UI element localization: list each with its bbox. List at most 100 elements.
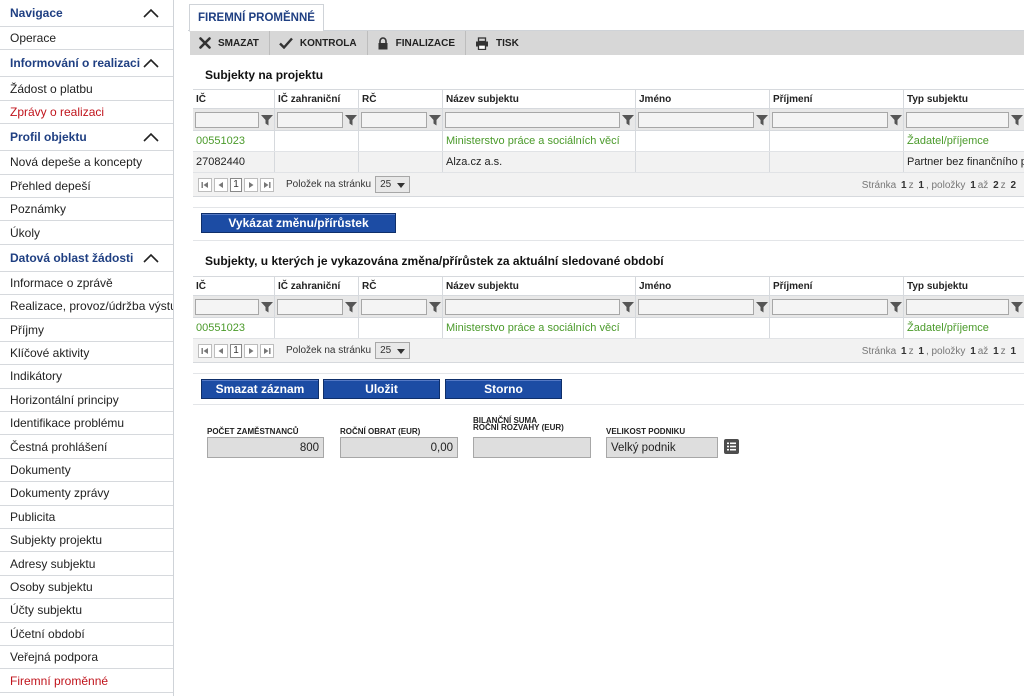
filter-input[interactable] <box>638 298 754 315</box>
check-button[interactable]: KONTROLA <box>270 31 368 55</box>
filter-input[interactable] <box>195 111 259 128</box>
filter-input[interactable] <box>906 111 1009 128</box>
first-page-icon[interactable] <box>198 177 212 192</box>
prev-page-icon[interactable] <box>214 177 228 192</box>
sidebar-item-zpravy-o-realizaci[interactable]: Zprávy o realizaci <box>0 101 173 125</box>
last-page-icon[interactable] <box>260 343 274 358</box>
sidebar-item-ucty-subjektu[interactable]: Účty subjektu <box>0 599 173 623</box>
first-page-icon[interactable] <box>198 343 212 358</box>
filter-input[interactable] <box>361 298 427 315</box>
chevron-up-icon[interactable] <box>143 253 159 263</box>
cancel-button[interactable]: Storno <box>445 379 562 399</box>
next-page-icon[interactable] <box>244 177 258 192</box>
next-page-icon[interactable] <box>244 343 258 358</box>
col-header-prijmeni[interactable]: Příjmení <box>770 277 904 295</box>
filter-input[interactable] <box>638 111 754 128</box>
sidebar-item-identifikace-problemu[interactable]: Identifikace problému <box>0 412 173 436</box>
filter-input[interactable] <box>445 111 620 128</box>
col-header-prijmeni[interactable]: Příjmení <box>770 90 904 108</box>
sidebar-item-realizace[interactable]: Realizace, provoz/údržba výstupu <box>0 295 173 319</box>
sidebar-item-publicita[interactable]: Publicita <box>0 506 173 530</box>
sidebar-section-datova-oblast[interactable]: Datová oblast žádosti <box>0 245 173 272</box>
tab-firemni-promenne[interactable]: FIREMNÍ PROMĚNNÉ <box>189 4 324 32</box>
col-header-rc[interactable]: RČ <box>359 277 443 295</box>
col-header-typ[interactable]: Typ subjektu <box>904 277 1024 295</box>
turnover-field[interactable]: 0,00 <box>340 437 458 458</box>
table-row[interactable]: 27082440 Alza.cz a.s. Partner bez finanč… <box>193 152 1024 173</box>
save-button[interactable]: Uložit <box>323 379 440 399</box>
filter-icon[interactable] <box>756 301 768 313</box>
filter-icon[interactable] <box>429 114 441 126</box>
filter-icon[interactable] <box>261 114 273 126</box>
sidebar-item-dokumenty-zpravy[interactable]: Dokumenty zprávy <box>0 482 173 506</box>
col-header-jmeno[interactable]: Jméno <box>636 90 770 108</box>
chevron-up-icon[interactable] <box>143 132 159 142</box>
sidebar-item-horizontalni-principy[interactable]: Horizontální principy <box>0 389 173 413</box>
prev-page-icon[interactable] <box>214 343 228 358</box>
employees-field[interactable]: 800 <box>207 437 324 458</box>
sidebar-item-indikatory[interactable]: Indikátory <box>0 365 173 389</box>
col-header-ic-zahr[interactable]: IČ zahraniční <box>275 90 359 108</box>
page-number[interactable]: 1 <box>230 177 242 192</box>
filter-input[interactable] <box>195 298 259 315</box>
col-header-ic-zahr[interactable]: IČ zahraniční <box>275 277 359 295</box>
filter-icon[interactable] <box>345 114 357 126</box>
last-page-icon[interactable] <box>260 177 274 192</box>
sidebar-item-dokumenty[interactable]: Dokumenty <box>0 459 173 483</box>
filter-input[interactable] <box>277 111 343 128</box>
print-button[interactable]: TISK <box>466 31 529 55</box>
col-header-typ[interactable]: Typ subjektu <box>904 90 1024 108</box>
table-row[interactable]: 00551023 Ministerstvo práce a sociálních… <box>193 131 1024 152</box>
col-header-ic[interactable]: IČ <box>193 277 275 295</box>
col-header-nazev[interactable]: Název subjektu <box>443 277 636 295</box>
sidebar-item-operace[interactable]: Operace <box>0 27 173 51</box>
filter-icon[interactable] <box>890 301 902 313</box>
chevron-up-icon[interactable] <box>143 8 159 18</box>
delete-record-button[interactable]: Smazat záznam <box>201 379 319 399</box>
filter-input[interactable] <box>772 111 888 128</box>
sidebar-item-zadost-o-platbu[interactable]: Žádost o platbu <box>0 77 173 101</box>
sidebar-item-prijmy[interactable]: Příjmy <box>0 319 173 342</box>
balance-field[interactable] <box>473 437 591 458</box>
sidebar-item-ukoly[interactable]: Úkoly <box>0 221 173 245</box>
delete-button[interactable]: SMAZAT <box>190 31 270 55</box>
sidebar-item-osoby-subjektu[interactable]: Osoby subjektu <box>0 576 173 600</box>
per-page-select[interactable]: 25 <box>375 342 411 359</box>
filter-icon[interactable] <box>622 114 634 126</box>
filter-input[interactable] <box>361 111 427 128</box>
chevron-up-icon[interactable] <box>143 58 159 68</box>
filter-icon[interactable] <box>622 301 634 313</box>
sidebar-item-ucetni-obdobi[interactable]: Účetní období <box>0 623 173 646</box>
company-size-field[interactable]: Velký podnik <box>606 437 718 458</box>
page-number[interactable]: 1 <box>230 343 242 358</box>
filter-input[interactable] <box>906 298 1009 315</box>
table-row[interactable]: 00551023 Ministerstvo práce a sociálních… <box>193 318 1024 339</box>
sidebar-section-navigace[interactable]: Navigace <box>0 0 173 27</box>
col-header-ic[interactable]: IČ <box>193 90 275 108</box>
sidebar-section-informovani[interactable]: Informování o realizaci <box>0 50 173 78</box>
filter-icon[interactable] <box>1011 301 1023 313</box>
sidebar-item-firemni-promenne[interactable]: Firemní proměnné <box>0 669 173 693</box>
col-header-jmeno[interactable]: Jméno <box>636 277 770 295</box>
sidebar-section-profil-objektu[interactable]: Profil objektu <box>0 124 173 152</box>
col-header-rc[interactable]: RČ <box>359 90 443 108</box>
report-change-button[interactable]: Vykázat změnu/přírůstek <box>201 213 396 233</box>
filter-icon[interactable] <box>345 301 357 313</box>
sidebar-item-subjekty-projektu[interactable]: Subjekty projektu <box>0 529 173 553</box>
col-header-nazev[interactable]: Název subjektu <box>443 90 636 108</box>
per-page-select[interactable]: 25 <box>375 176 411 193</box>
sidebar-item-adresy-subjektu[interactable]: Adresy subjektu <box>0 552 173 576</box>
list-icon[interactable] <box>724 439 739 454</box>
filter-icon[interactable] <box>429 301 441 313</box>
sidebar-item-prehled-depesi[interactable]: Přehled depeší <box>0 175 173 198</box>
filter-icon[interactable] <box>890 114 902 126</box>
filter-icon[interactable] <box>756 114 768 126</box>
sidebar-item-klicove-aktivity[interactable]: Klíčové aktivity <box>0 342 173 366</box>
filter-icon[interactable] <box>1011 114 1023 126</box>
finalize-button[interactable]: FINALIZACE <box>368 31 467 55</box>
filter-input[interactable] <box>277 298 343 315</box>
sidebar-item-informace-o-zprave[interactable]: Informace o zprávě <box>0 272 173 296</box>
filter-input[interactable] <box>445 298 620 315</box>
sidebar-item-nova-depese[interactable]: Nová depeše a koncepty <box>0 151 173 175</box>
sidebar-item-cestna-prohlaseni[interactable]: Čestná prohlášení <box>0 435 173 459</box>
